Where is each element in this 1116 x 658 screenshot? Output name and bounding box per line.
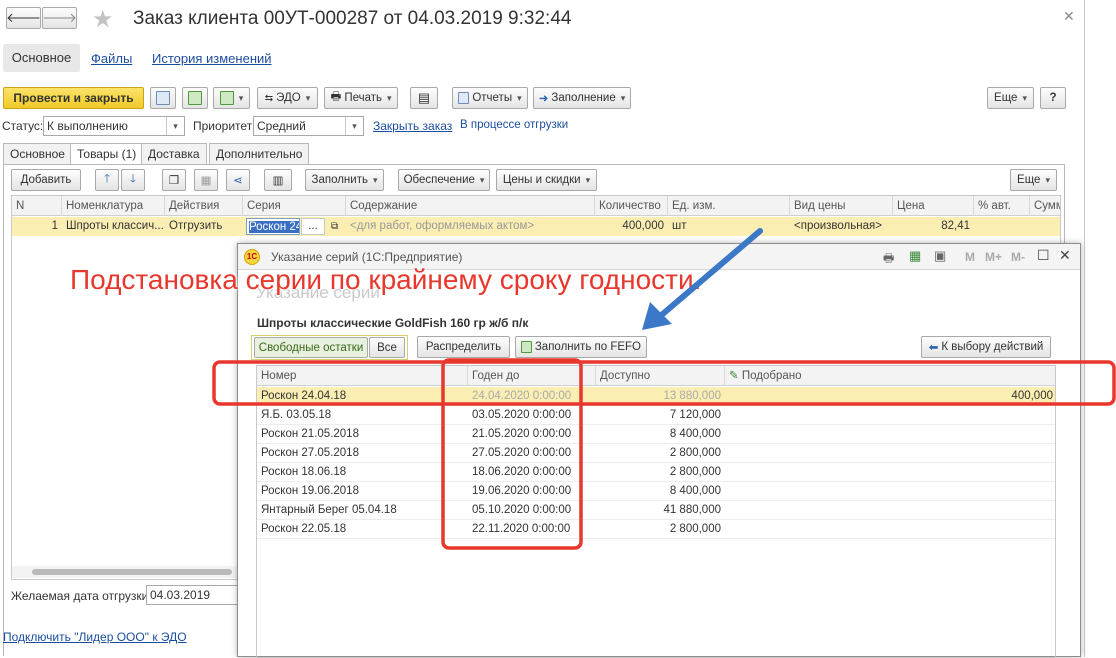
highlight-row-box — [212, 360, 1116, 406]
annotation-overlay — [212, 228, 1116, 550]
pointer-arrow — [655, 228, 763, 321]
highlight-column-box — [441, 358, 583, 550]
